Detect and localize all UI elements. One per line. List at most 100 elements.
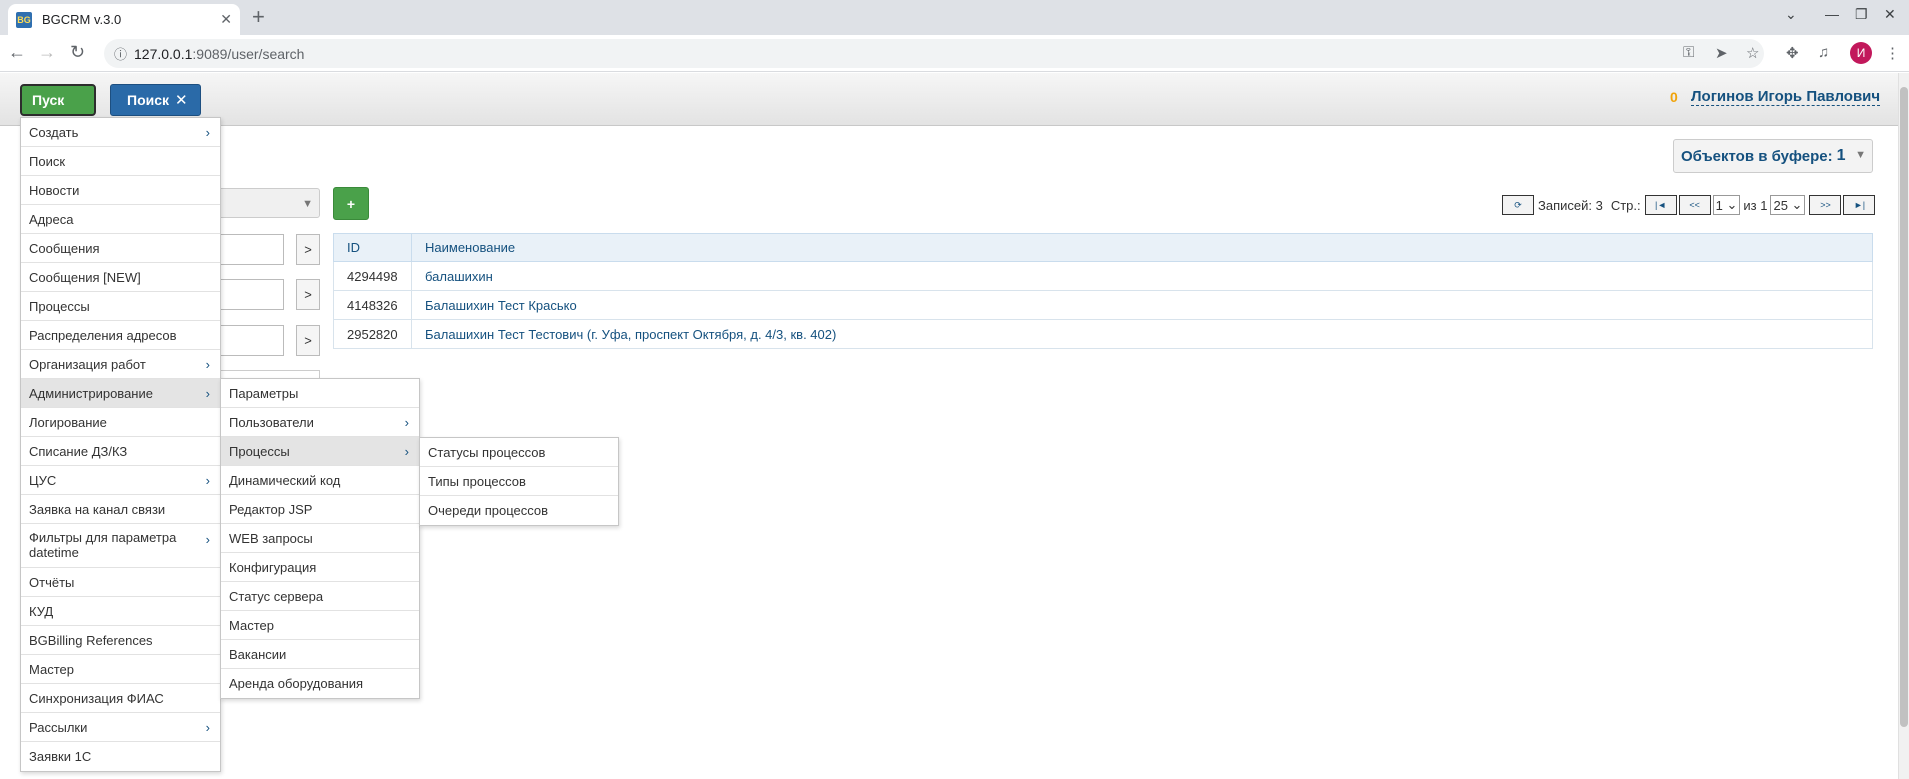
send-icon[interactable]: ➤ [1715,44,1728,62]
refresh-icon[interactable]: ⟳ [1502,195,1534,215]
menu-item-label: Списание ДЗ/КЗ [29,443,128,459]
submenu-item-process-types[interactable]: Типы процессов [420,467,618,496]
menu-item-kud[interactable]: КУД [21,597,220,626]
menu-item-news[interactable]: Новости [21,176,220,205]
menu-item-administration[interactable]: Администрирование › [21,379,220,408]
reload-icon[interactable]: ↻ [70,43,85,61]
table-row[interactable]: 4148326 Балашихин Тест Красько [333,290,1873,320]
submenu-item-web-requests[interactable]: WEB запросы [221,524,419,553]
submenu-item-processes[interactable]: Процессы › [221,437,419,466]
submenu-item-parameters[interactable]: Параметры [221,379,419,408]
table-row[interactable]: 2952820 Балашихин Тест Тестович (г. Уфа,… [333,319,1873,349]
buffer-label: Объектов в буфере: [1681,147,1833,165]
tab-search-icon[interactable]: ⌄ [1785,6,1797,23]
column-header-name[interactable]: Наименование [411,233,1873,262]
last-page-button[interactable]: ►| [1843,195,1876,215]
menu-item-label: WEB запросы [229,530,313,546]
next-page-button[interactable]: >> [1809,195,1842,215]
prev-page-button[interactable]: << [1678,195,1711,215]
chevron-right-icon: › [404,444,409,459]
menu-item-bgbilling-references[interactable]: BGBilling References [21,626,220,655]
submenu-item-dynamic-code[interactable]: Динамический код [221,466,419,495]
browser-menu-icon[interactable]: ⋮ [1885,44,1900,62]
tab-title: BGCRM v.3.0 [42,12,122,27]
add-button[interactable]: + [333,187,369,220]
submenu-item-users[interactable]: Пользователи › [221,408,419,437]
browser-tab[interactable]: BG BGCRM v.3.0 ✕ [8,4,240,35]
chevron-right-icon: › [205,532,210,547]
address-bar[interactable]: ⓘ 127.0.0.1:9089/user/search [104,39,1764,68]
processes-submenu: Статусы процессов Типы процессов Очереди… [419,437,619,526]
menu-item-label: Организация работ [29,356,146,372]
menu-item-work-organization[interactable]: Организация работ › [21,350,220,379]
column-header-id[interactable]: ID [333,233,412,262]
minimize-icon[interactable]: — [1825,6,1839,22]
submenu-item-server-status[interactable]: Статус сервера [221,582,419,611]
site-info-icon[interactable]: ⓘ [114,44,134,63]
menu-item-label: Поиск [29,153,66,169]
browser-toolbar: ← → ↻ ⓘ 127.0.0.1:9089/user/search [0,35,1909,72]
forward-icon[interactable]: → [38,43,56,61]
page-select[interactable]: 1 ⌄ [1712,195,1741,215]
submenu-item-master[interactable]: Мастер [221,611,419,640]
menu-item-channel-request[interactable]: Заявка на канал связи [21,495,220,524]
close-search-tab-icon[interactable]: ✕ [175,91,188,109]
submenu-item-configuration[interactable]: Конфигурация [221,553,419,582]
search-tab-button[interactable]: Поиск ✕ [110,84,201,116]
scrollbar-thumb[interactable] [1900,87,1908,727]
menu-item-processes[interactable]: Процессы [21,292,220,321]
menu-item-mailings[interactable]: Рассылки › [21,713,220,742]
admin-submenu: Параметры Пользователи › Процессы › Динами… [220,378,420,699]
menu-item-messages[interactable]: Сообщения [21,234,220,263]
page-scrollbar[interactable] [1898,73,1909,779]
menu-item-address-distribution[interactable]: Распределения адресов [21,321,220,350]
new-tab-button[interactable]: + [252,6,265,28]
media-icon[interactable]: ♫ [1818,44,1829,61]
page-size-select[interactable]: 25 ⌄ [1770,195,1806,215]
submenu-item-vacancies[interactable]: Вакансии [221,640,419,669]
start-button[interactable]: Пуск [20,84,96,116]
close-tab-icon[interactable]: ✕ [220,11,232,28]
menu-item-master[interactable]: Мастер [21,655,220,684]
menu-item-reports[interactable]: Отчёты [21,568,220,597]
user-name-link[interactable]: Логинов Игорь Павлович [1691,88,1881,106]
key-icon[interactable]: ⚿ [1683,44,1694,61]
menu-item-create[interactable]: Создать › [21,118,220,147]
close-window-icon[interactable]: ✕ [1884,6,1896,23]
back-icon[interactable]: ← [8,43,26,61]
page-total: из 1 [1743,197,1768,213]
menu-item-label: Аренда оборудования [229,676,364,691]
bookmark-star-icon[interactable]: ☆ [1746,44,1759,62]
menu-item-fias-sync[interactable]: Синхронизация ФИАС [21,684,220,713]
menu-item-label: КУД [29,603,54,619]
submenu-item-process-statuses[interactable]: Статусы процессов [420,438,618,467]
search-go-button-2[interactable]: > [296,279,320,310]
submenu-item-equipment-rental[interactable]: Аренда оборудования [221,669,419,698]
profile-avatar[interactable]: И [1850,42,1872,64]
menu-item-logging[interactable]: Логирование [21,408,220,437]
buffer-dropdown[interactable]: Объектов в буфере: 1 ▼ [1673,139,1873,173]
app-header [0,73,1898,126]
row-name-link[interactable]: Балашихин Тест Тестович (г. Уфа, проспек… [411,319,1873,349]
row-name-link[interactable]: балашихин [411,261,1873,291]
table-row[interactable]: 4294498 балашихин [333,261,1873,291]
menu-item-search[interactable]: Поиск [21,147,220,176]
news-counter[interactable]: 0 [1670,89,1678,105]
submenu-item-jsp-editor[interactable]: Редактор JSP [221,495,419,524]
menu-item-messages-new[interactable]: Сообщения [NEW] [21,263,220,292]
menu-item-datetime-filters[interactable]: Фильтры для параметра datetime › [21,524,220,568]
search-go-button-1[interactable]: > [296,234,320,265]
search-go-button-3[interactable]: > [296,325,320,356]
menu-item-tsus[interactable]: ЦУС › [21,466,220,495]
row-name-link[interactable]: Балашихин Тест Красько [411,290,1873,320]
menu-item-addresses[interactable]: Адреса [21,205,220,234]
menu-item-1c-requests[interactable]: Заявки 1С [21,742,220,771]
extensions-icon[interactable]: ✥ [1786,44,1799,62]
restore-icon[interactable]: ❐ [1855,6,1868,23]
menu-item-debt-writeoff[interactable]: Списание ДЗ/КЗ [21,437,220,466]
menu-item-label: Заявки 1С [29,749,92,764]
submenu-item-process-queues[interactable]: Очереди процессов [420,496,618,525]
first-page-button[interactable]: |◄ [1644,195,1677,215]
menu-item-label: Мастер [29,661,74,677]
url-path: :9089/user/search [192,45,305,62]
